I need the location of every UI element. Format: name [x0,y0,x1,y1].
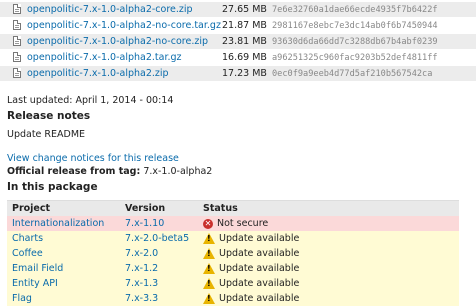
download-link[interactable]: openpolitic-7.x-1.0-alpha2.zip [27,68,169,79]
version-link[interactable]: 7.x-1.2 [125,263,158,274]
status-text: Update available [219,293,300,304]
column-header-version: Version [125,203,166,214]
file-icon [13,68,21,78]
status-cell: ✕ Not secure [203,218,268,229]
status-cell: Update available [203,293,299,304]
project-link[interactable]: Internationalization [12,218,104,229]
download-row: openpolitic-7.x-1.0-alpha2-core.zip 27.65… [0,2,476,17]
file-size: 27.65 MB [222,4,267,15]
project-link[interactable]: Entity API [12,278,58,289]
release-notes-heading: Release notes [7,110,91,122]
official-release-tag: 7.x-1.0-alpha2 [143,166,213,177]
file-size: 16.69 MB [222,52,267,63]
download-row: openpolitic-7.x-1.0-alpha2.zip 17.23 MB 0e… [0,66,476,81]
file-icon [13,36,21,46]
download-row: openpolitic-7.x-1.0-alpha2-no-core.zip 23… [0,34,476,49]
warning-icon [203,233,215,244]
status-cell: Update available [203,278,299,289]
file-size: 21.87 MB [222,20,267,31]
file-md5-hash: 0ec0f9a9eeb4d77d5af210b567542ca [272,68,433,79]
file-icon [13,52,21,62]
view-change-notices-link[interactable]: View change notices for this release [7,153,179,164]
table-row: Internationalization 7.x-1.10 ✕ Not secure [7,216,459,231]
version-link[interactable]: 7.x-1.10 [125,218,164,229]
download-link[interactable]: openpolitic-7.x-1.0-alpha2-no-core.tar.g… [27,20,221,31]
file-size: 23.81 MB [222,36,267,47]
file-icon [13,20,21,30]
download-row: openpolitic-7.x-1.0-alpha2-no-core.tar.g… [0,18,476,33]
warning-icon [203,293,215,304]
error-x-icon: ✕ [203,218,213,229]
file-md5-hash: 93630d6da66dd7c3288db67b4abf0239 [272,36,438,47]
status-text: Update available [219,278,300,289]
download-link[interactable]: openpolitic-7.x-1.0-alpha2.tar.gz [27,52,182,63]
status-text: Not secure [217,218,269,229]
official-release-line: Official release from tag: 7.x-1.0-alpha… [7,166,212,177]
package-table-header: Project Version Status [7,200,459,216]
last-updated: Last updated: April 1, 2014 - 00:14 [7,95,174,106]
warning-icon [203,248,215,259]
file-md5-hash: 2981167e8ebc7e3dc14ab0f6b7450944 [272,20,438,31]
table-row: Email Field 7.x-1.2 Update available [7,261,459,276]
status-cell: Update available [203,248,299,259]
status-text: Update available [219,263,300,274]
file-md5-hash: a96251325c960fac9203b52def4811ff [272,52,438,63]
warning-icon [203,263,215,274]
file-icon [13,4,21,14]
download-link[interactable]: openpolitic-7.x-1.0-alpha2-core.zip [27,4,193,15]
status-cell: Update available [203,233,299,244]
version-link[interactable]: 7.x-3.3 [125,293,158,304]
version-link[interactable]: 7.x-2.0 [125,248,158,259]
official-release-label: Official release from tag: [7,166,141,177]
project-link[interactable]: Coffee [12,248,43,259]
project-link[interactable]: Flag [12,293,32,304]
version-link[interactable]: 7.x-1.3 [125,278,158,289]
status-cell: Update available [203,263,299,274]
project-link[interactable]: Charts [12,233,43,244]
status-text: Update available [219,233,300,244]
file-size: 17.23 MB [222,68,267,79]
file-md5-hash: 7e6e32760a1dae66ecde4935f7b6422f [272,4,438,15]
release-notes-text: Update README [7,129,86,140]
table-row: Entity API 7.x-1.3 Update available [7,276,459,291]
download-row: openpolitic-7.x-1.0-alpha2.tar.gz 16.69 M… [0,50,476,65]
column-header-project: Project [12,203,51,214]
status-text: Update available [219,248,300,259]
column-header-status: Status [203,203,238,214]
table-row: Charts 7.x-2.0-beta5 Update available [7,231,459,246]
project-link[interactable]: Email Field [12,263,63,274]
download-link[interactable]: openpolitic-7.x-1.0-alpha2-no-core.zip [27,36,208,47]
table-row: Coffee 7.x-2.0 Update available [7,246,459,261]
package-heading: In this package [7,181,98,193]
version-link[interactable]: 7.x-2.0-beta5 [125,233,189,244]
warning-icon [203,278,215,289]
